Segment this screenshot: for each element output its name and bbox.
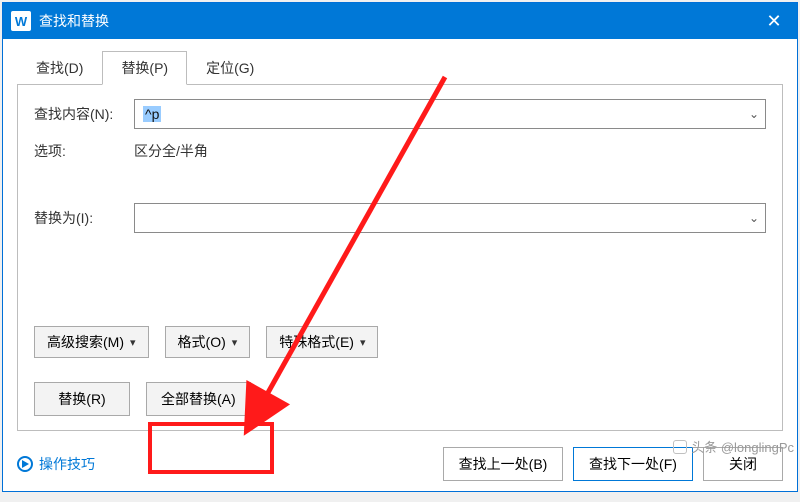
watermark-text: 头条 @longlingPc xyxy=(691,437,794,456)
tab-goto[interactable]: 定位(G) xyxy=(187,51,273,85)
tabstrip: 查找(D) 替换(P) 定位(G) xyxy=(17,51,783,85)
caret-down-icon: ▾ xyxy=(130,336,136,349)
window-title: 查找和替换 xyxy=(39,11,751,31)
advanced-search-button[interactable]: 高级搜索(M) ▾ xyxy=(34,326,149,358)
close-icon[interactable]: ✕ xyxy=(751,3,797,39)
special-format-label: 特殊格式(E) xyxy=(279,332,354,352)
tab-find[interactable]: 查找(D) xyxy=(17,51,102,85)
find-replace-dialog: W 查找和替换 ✕ 查找(D) 替换(P) 定位(G) 查找内容(N): ^p … xyxy=(2,2,798,492)
chevron-down-icon[interactable]: ⌄ xyxy=(749,107,759,121)
tips-label: 操作技巧 xyxy=(39,454,95,474)
options-row: 选项: 区分全/半角 xyxy=(34,141,766,161)
find-row: 查找内容(N): ^p ⌄ xyxy=(34,99,766,129)
caret-down-icon: ▾ xyxy=(360,336,366,349)
caret-down-icon: ▾ xyxy=(232,336,238,349)
replace-panel: 查找内容(N): ^p ⌄ 选项: 区分全/半角 替换为(I): ⌄ xyxy=(17,84,783,431)
replace-all-button[interactable]: 全部替换(A) xyxy=(146,382,251,416)
replace-with-label: 替换为(I): xyxy=(34,208,124,228)
advanced-search-label: 高级搜索(M) xyxy=(47,332,124,352)
options-value: 区分全/半角 xyxy=(134,141,208,161)
app-icon: W xyxy=(11,11,31,31)
find-what-label: 查找内容(N): xyxy=(34,104,124,124)
special-format-button[interactable]: 特殊格式(E) ▾ xyxy=(266,326,378,358)
tips-link[interactable]: 操作技巧 xyxy=(17,454,95,474)
find-what-input[interactable]: ^p ⌄ xyxy=(134,99,766,129)
play-circle-icon xyxy=(17,456,33,472)
format-label: 格式(O) xyxy=(178,332,226,352)
replace-button[interactable]: 替换(R) xyxy=(34,382,130,416)
find-prev-button[interactable]: 查找上一处(B) xyxy=(443,447,563,481)
watermark: 头条 @longlingPc xyxy=(673,437,794,456)
replace-with-input[interactable]: ⌄ xyxy=(134,203,766,233)
option-buttons-row: 高级搜索(M) ▾ 格式(O) ▾ 特殊格式(E) ▾ xyxy=(34,326,766,358)
replace-row: 替换为(I): ⌄ xyxy=(34,203,766,233)
dialog-body: 查找(D) 替换(P) 定位(G) 查找内容(N): ^p ⌄ 选项: 区分全/… xyxy=(3,39,797,439)
format-button[interactable]: 格式(O) ▾ xyxy=(165,326,251,358)
find-what-value: ^p xyxy=(143,106,161,122)
tab-replace[interactable]: 替换(P) xyxy=(102,51,187,85)
options-label: 选项: xyxy=(34,141,124,161)
watermark-icon xyxy=(673,440,687,454)
titlebar: W 查找和替换 ✕ xyxy=(3,3,797,39)
action-buttons-row: 替换(R) 全部替换(A) xyxy=(34,382,766,416)
chevron-down-icon[interactable]: ⌄ xyxy=(749,211,759,225)
